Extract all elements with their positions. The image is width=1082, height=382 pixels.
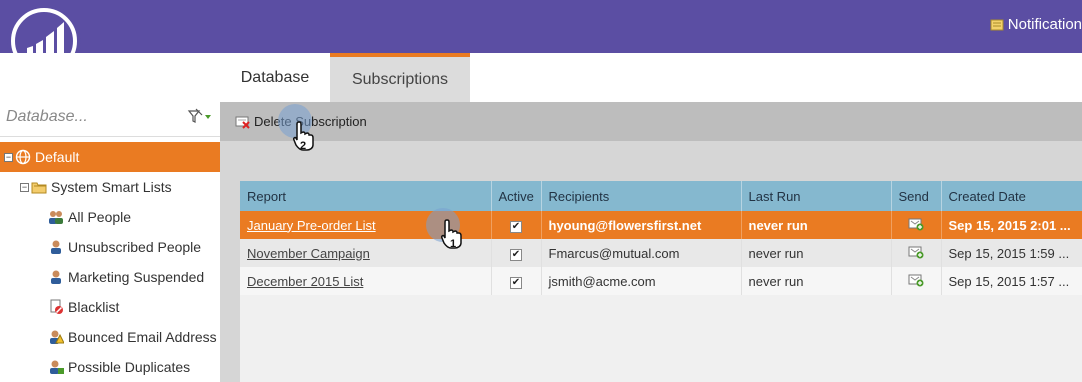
- delete-icon: [235, 116, 250, 129]
- blacklist-icon: [50, 299, 63, 314]
- tree-item-default[interactable]: − Default: [0, 142, 220, 172]
- active-checkbox[interactable]: ✔: [510, 249, 522, 261]
- last-run-cell: never run: [741, 267, 892, 295]
- recipients-cell: jsmith@acme.com: [541, 267, 742, 295]
- last-run-cell: never run: [741, 239, 892, 267]
- tree-item-label: Possible Duplicates: [68, 359, 191, 375]
- active-checkbox[interactable]: ✔: [510, 221, 522, 233]
- report-link[interactable]: November Campaign: [247, 246, 370, 261]
- column-header-recipients[interactable]: Recipients: [541, 181, 742, 211]
- tab-bar: Database Subscriptions: [220, 53, 1082, 102]
- tree-item-label: System Smart Lists: [51, 179, 172, 195]
- tree-item-bounced-email[interactable]: Bounced Email Address: [0, 322, 220, 352]
- left-panel: − Default − System Smart Lists All Peopl…: [0, 53, 220, 382]
- tree-item-label: Blacklist: [68, 299, 120, 315]
- recipients-cell: Fmarcus@mutual.com: [541, 239, 742, 267]
- globe-icon: [15, 149, 31, 165]
- table-row[interactable]: November Campaign ✔ Fmarcus@mutual.com n…: [240, 239, 1082, 267]
- warning-icon: [50, 330, 64, 344]
- filter-icon[interactable]: [186, 107, 214, 127]
- notifications-button[interactable]: Notification: [990, 16, 1082, 33]
- send-icon[interactable]: [908, 245, 924, 259]
- notification-icon: [990, 19, 1004, 30]
- last-run-cell: never run: [741, 211, 892, 239]
- column-header-active[interactable]: Active: [491, 181, 542, 211]
- tree-item-label: Bounced Email Address: [68, 329, 217, 345]
- duplicate-icon: [50, 360, 64, 374]
- tree-item-possible-duplicates[interactable]: Possible Duplicates: [0, 352, 220, 382]
- report-link[interactable]: December 2015 List: [247, 274, 363, 289]
- tree-item-blacklist[interactable]: Blacklist: [0, 292, 220, 322]
- database-search-input[interactable]: [6, 104, 176, 130]
- collapse-icon[interactable]: −: [4, 152, 13, 162]
- tree-item-unsubscribed-people[interactable]: Unsubscribed People: [0, 232, 220, 262]
- toolbar: Delete Subscription: [220, 102, 1082, 141]
- tree-item-label: Default: [35, 149, 80, 165]
- column-header-report[interactable]: Report: [240, 181, 492, 211]
- delete-subscription-label: Delete Subscription: [254, 114, 367, 129]
- report-link[interactable]: January Pre-order List: [247, 218, 376, 233]
- send-icon[interactable]: [908, 217, 924, 231]
- person-icon: [51, 270, 61, 284]
- people-icon: [49, 211, 63, 224]
- column-header-created-date[interactable]: Created Date: [941, 181, 1082, 211]
- tab-subscriptions[interactable]: Subscriptions: [330, 53, 470, 102]
- top-bar: Notification: [0, 0, 1082, 53]
- active-checkbox[interactable]: ✔: [510, 277, 522, 289]
- person-icon: [51, 240, 61, 254]
- recipients-cell: hyoung@flowersfirst.net: [541, 211, 742, 239]
- notifications-label: Notification: [1007, 16, 1082, 33]
- tab-database[interactable]: Database: [220, 53, 330, 102]
- tree-item-label: Marketing Suspended: [68, 269, 205, 285]
- delete-subscription-button[interactable]: Delete Subscription: [235, 114, 367, 129]
- tree-item-marketing-suspended[interactable]: Marketing Suspended: [0, 262, 220, 292]
- created-date-cell: Sep 15, 2015 1:59 ...: [941, 239, 1082, 267]
- send-icon[interactable]: [908, 273, 924, 287]
- column-header-send[interactable]: Send: [891, 181, 942, 211]
- collapse-icon[interactable]: −: [20, 182, 29, 192]
- column-header-last-run[interactable]: Last Run: [741, 181, 892, 211]
- created-date-cell: Sep 15, 2015 1:57 ...: [941, 267, 1082, 295]
- tree-item-label: Unsubscribed People: [68, 239, 202, 255]
- table-row[interactable]: December 2015 List ✔ jsmith@acme.com nev…: [240, 267, 1082, 295]
- subscriptions-grid: Report Active Recipients Last Run Send C…: [240, 181, 1082, 382]
- table-row[interactable]: January Pre-order List ✔ hyoung@flowersf…: [240, 211, 1082, 239]
- database-search: [0, 97, 220, 137]
- subscriptions-table: Report Active Recipients Last Run Send C…: [240, 181, 1082, 295]
- tree-item-all-people[interactable]: All People: [0, 202, 220, 232]
- tree-item-label: All People: [68, 209, 132, 225]
- folder-icon: [31, 182, 47, 194]
- content-area: Report Active Recipients Last Run Send C…: [220, 141, 1082, 382]
- tree-item-system-smart-lists[interactable]: − System Smart Lists: [0, 172, 220, 202]
- table-header-row: Report Active Recipients Last Run Send C…: [240, 181, 1082, 211]
- created-date-cell: Sep 15, 2015 2:01 ...: [941, 211, 1082, 239]
